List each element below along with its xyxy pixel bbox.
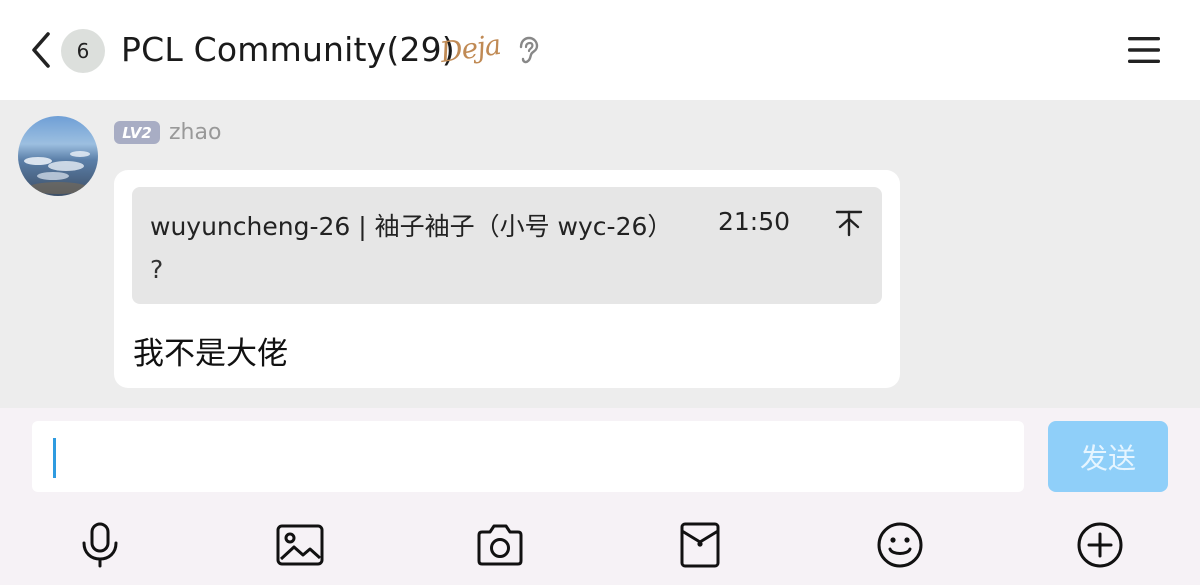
camera-icon: [477, 524, 523, 566]
jump-to-message-icon[interactable]: [832, 205, 866, 239]
red-packet-icon: [680, 522, 720, 568]
avatar[interactable]: [18, 116, 98, 196]
plus-icon: [1077, 522, 1123, 568]
composer: 发送: [0, 408, 1200, 585]
sender-name[interactable]: zhao: [169, 120, 221, 145]
message-text: 我不是大佬: [133, 336, 288, 372]
chat-title: PCL Community(29): [121, 30, 455, 69]
camera-button[interactable]: [475, 520, 525, 570]
deja-logo: Deja: [437, 27, 503, 70]
more-button[interactable]: [1075, 520, 1125, 570]
unread-count-badge[interactable]: 6: [61, 29, 105, 73]
quoted-time: 21:50: [718, 207, 791, 236]
image-icon: [276, 524, 324, 566]
quoted-message[interactable]: wuyuncheng-26 | 袖子袖子（小号 wyc-26） 21:50 ?: [132, 187, 882, 304]
red-packet-button[interactable]: [675, 520, 725, 570]
back-icon: [32, 32, 50, 68]
chat-message-area[interactable]: LV2 zhao wuyuncheng-26 | 袖子袖子（小号 wyc-26）…: [0, 100, 1200, 408]
quoted-author: wuyuncheng-26 | 袖子袖子（小号 wyc-26）: [150, 212, 673, 241]
message-input[interactable]: [32, 421, 1024, 492]
menu-icon: [1128, 37, 1160, 63]
send-button[interactable]: 发送: [1048, 421, 1168, 492]
emoji-button[interactable]: [875, 520, 925, 570]
microphone-icon: [82, 522, 118, 568]
image-button[interactable]: [275, 520, 325, 570]
text-caret: [53, 438, 56, 478]
chat-header: 6 PCL Community(29) Deja: [0, 0, 1200, 100]
emoji-icon: [877, 522, 923, 568]
quoted-text: ?: [150, 255, 164, 284]
menu-button[interactable]: [1125, 34, 1163, 66]
message-bubble[interactable]: wuyuncheng-26 | 袖子袖子（小号 wyc-26） 21:50 ? …: [114, 170, 900, 388]
voice-button[interactable]: [75, 520, 125, 570]
avatar-image: [18, 116, 98, 196]
back-button[interactable]: [24, 28, 60, 72]
ear-icon[interactable]: [514, 35, 542, 67]
level-badge: LV2: [114, 121, 160, 144]
